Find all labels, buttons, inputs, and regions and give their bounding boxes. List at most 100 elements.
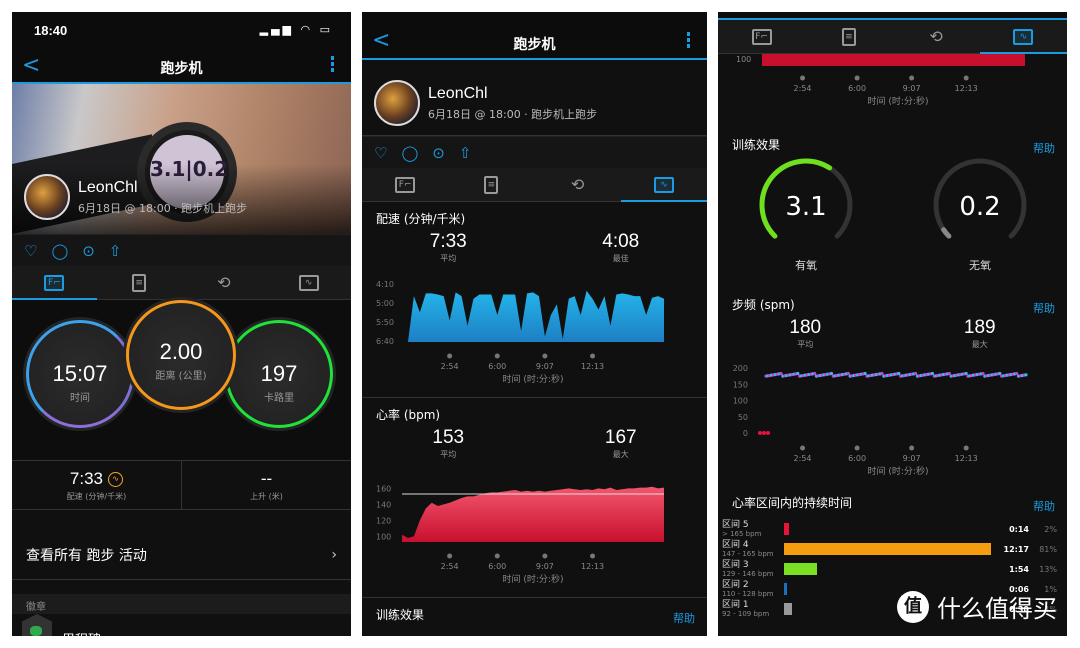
zone-bar [784, 563, 818, 575]
page-title: 跑步机 [160, 61, 203, 77]
y-tick-label: 200 [733, 364, 748, 373]
tab-summary[interactable]: F⌐ [362, 168, 448, 201]
cadence-chart[interactable]: 200 150 100 50 0 2:54 6:00 9:07 12:13 时间 (时:分:秒) [718, 360, 1067, 480]
hr-avg-label: 平均 [440, 450, 457, 459]
elevation-stat: -- 上升 (米) [182, 461, 351, 509]
tab-details[interactable]: ≡ [805, 20, 892, 53]
zone-time: 12:17 [1003, 544, 1029, 554]
more-menu-button[interactable] [331, 54, 337, 74]
zone-time: 0:14 [1009, 524, 1029, 534]
user-name[interactable]: LeonChl [78, 179, 247, 197]
add-photo-icon[interactable]: ⊙ [82, 242, 95, 260]
details-icon: ≡ [132, 273, 147, 292]
more-menu-button[interactable] [687, 30, 693, 50]
pace-chart-icon[interactable]: ∿ [108, 472, 124, 487]
pace-chart[interactable]: 4:10 5:00 5:50 6:40 2:54 6:00 9:07 12:13 时间 (时:分… [362, 274, 707, 394]
training-effect-card: 训练效果 帮助 3.1 有氧 0.2 无氧 [718, 128, 1067, 288]
action-bar: ♡ ◯ ⊙ ⇧ [362, 136, 707, 168]
distance-circle: 2.00 距离 (公里) [126, 300, 236, 410]
y-tick-label: 50 [738, 413, 748, 422]
tab-laps[interactable]: ⟲ [535, 168, 621, 201]
x-tick-dot [447, 353, 453, 359]
pace-avg: 7:33 [429, 231, 467, 252]
elevation-value: -- [260, 469, 273, 488]
hr-summary: 153 平均 167 最大 [362, 427, 707, 460]
heart-rate-chart-tail[interactable]: 100 2:54 6:00 9:07 12:13 时间 (时:分:秒) [718, 54, 1067, 124]
stats-row: 7:33 ∿ 配速 (分钟/千米) -- 上升 (米) [12, 460, 351, 510]
user-header: LeonChl 6月18日 @ 18:00 · 跑步机上跑步 [374, 80, 597, 126]
help-link[interactable]: 帮助 [1033, 498, 1055, 514]
view-all-activities-row[interactable]: 查看所有 跑步 活动 › [12, 530, 351, 580]
zone-name: 区间 5 [722, 519, 749, 530]
tab-charts[interactable]: ∿ [979, 20, 1067, 54]
status-bar: 18:40 ▂▄▆ ◠ ▭ [12, 12, 351, 50]
training-effect-title: 训练效果 [376, 608, 425, 622]
hr-max: 167 [604, 427, 637, 448]
cadence-summary: 180 平均 189 最大 [718, 317, 1067, 350]
pace-best: 4:08 [602, 231, 640, 252]
zone-time: 1:54 [1009, 564, 1029, 574]
comment-icon[interactable]: ◯ [401, 144, 418, 162]
x-tick-label: 9:07 [536, 362, 554, 371]
calories-value: 197 [260, 361, 298, 386]
x-tick-dot [590, 553, 596, 559]
tab-summary[interactable]: F⌐ [718, 20, 805, 53]
cadence-point [964, 371, 968, 376]
heart-rate-chart[interactable]: 160 140 120 100 2:54 6:00 9:07 12:13 时间 (时:分:秒) [362, 470, 707, 595]
cadence-zero-point [766, 431, 770, 435]
hr-max-label: 最大 [612, 450, 629, 459]
share-icon[interactable]: ⇧ [459, 144, 472, 162]
badge-row[interactable]: 里程碑 [12, 614, 351, 636]
hr-zone-row: 区间 5 > 165 bpm 0:14 2% [722, 519, 1067, 539]
x-tick-dot [590, 353, 596, 359]
x-tick-dot [447, 553, 453, 559]
zone-label: 区间 2 110 - 128 bpm [722, 580, 784, 599]
y-tick-label: 100 [736, 55, 751, 64]
help-link[interactable]: 帮助 [673, 610, 695, 626]
heart-rate-card: 心率 (bpm) 153 平均 167 最大 160 140 120 100 2:54 6:0… [362, 398, 707, 598]
user-name[interactable]: LeonChl [428, 85, 597, 103]
summary-icon: F⌐ [395, 176, 416, 193]
tab-details[interactable]: ≡ [97, 266, 182, 299]
y-tick-label: 100 [733, 397, 748, 406]
x-tick-dot [494, 353, 500, 359]
x-tick-label: 9:07 [903, 84, 921, 93]
x-tick-label: 6:00 [848, 454, 866, 463]
tab-laps[interactable]: ⟲ [182, 266, 267, 299]
share-icon[interactable]: ⇧ [109, 242, 122, 260]
zone-label: 区间 5 > 165 bpm [722, 520, 784, 539]
activity-photo[interactable]: 3.1|0.2 LeonChl 6月18日 @ 18:00 · 跑步机上跑步 [12, 84, 351, 234]
cadence-point [947, 371, 951, 376]
summary-icon: F⌐ [751, 28, 772, 45]
zone-range: 147 - 165 bpm [722, 549, 774, 558]
nav-bar: < 跑步机 [362, 12, 707, 60]
y-tick-label: 6:40 [376, 337, 394, 346]
heart-icon[interactable]: ♡ [374, 144, 387, 162]
nav-bar: < 跑步机 [12, 50, 351, 84]
x-tick-dot [854, 75, 860, 81]
x-axis-label: 时间 (时:分:秒) [868, 95, 929, 107]
add-photo-icon[interactable]: ⊙ [432, 144, 445, 162]
comment-icon[interactable]: ◯ [51, 242, 68, 260]
cadence-card: 步频 (spm) 帮助 180 平均 189 最大 200 150 100 50 0 2:54… [718, 288, 1067, 488]
user-header-area: LeonChl 6月18日 @ 18:00 · 跑步机上跑步 [362, 60, 707, 136]
cadence-point [846, 371, 850, 376]
help-link[interactable]: 帮助 [1033, 300, 1055, 316]
page-title: 跑步机 [513, 37, 556, 53]
tab-bar: F⌐ ≡ ⟲ ∿ [718, 20, 1067, 54]
calories-circle: 197 卡路里 [225, 320, 333, 428]
status-icons: ▂▄▆ ◠ ▭ [259, 23, 333, 36]
details-icon: ≡ [484, 175, 499, 194]
tab-charts[interactable]: ∿ [620, 168, 707, 202]
tab-laps[interactable]: ⟲ [893, 20, 980, 53]
activity-summary-screen: 18:40 ▂▄▆ ◠ ▭ < 跑步机 3.1|0.2 LeonChl 6月18… [12, 12, 351, 636]
heart-icon[interactable]: ♡ [24, 242, 37, 260]
tab-details[interactable]: ≡ [448, 168, 534, 201]
tab-summary[interactable]: F⌐ [12, 266, 97, 300]
cadence-point [930, 371, 935, 376]
anaerobic-label: 无氧 [969, 258, 991, 272]
avatar[interactable] [374, 80, 420, 126]
avatar[interactable] [24, 174, 70, 220]
pace-title: 配速 (分钟/千米) [376, 212, 466, 226]
tab-charts[interactable]: ∿ [266, 266, 351, 299]
